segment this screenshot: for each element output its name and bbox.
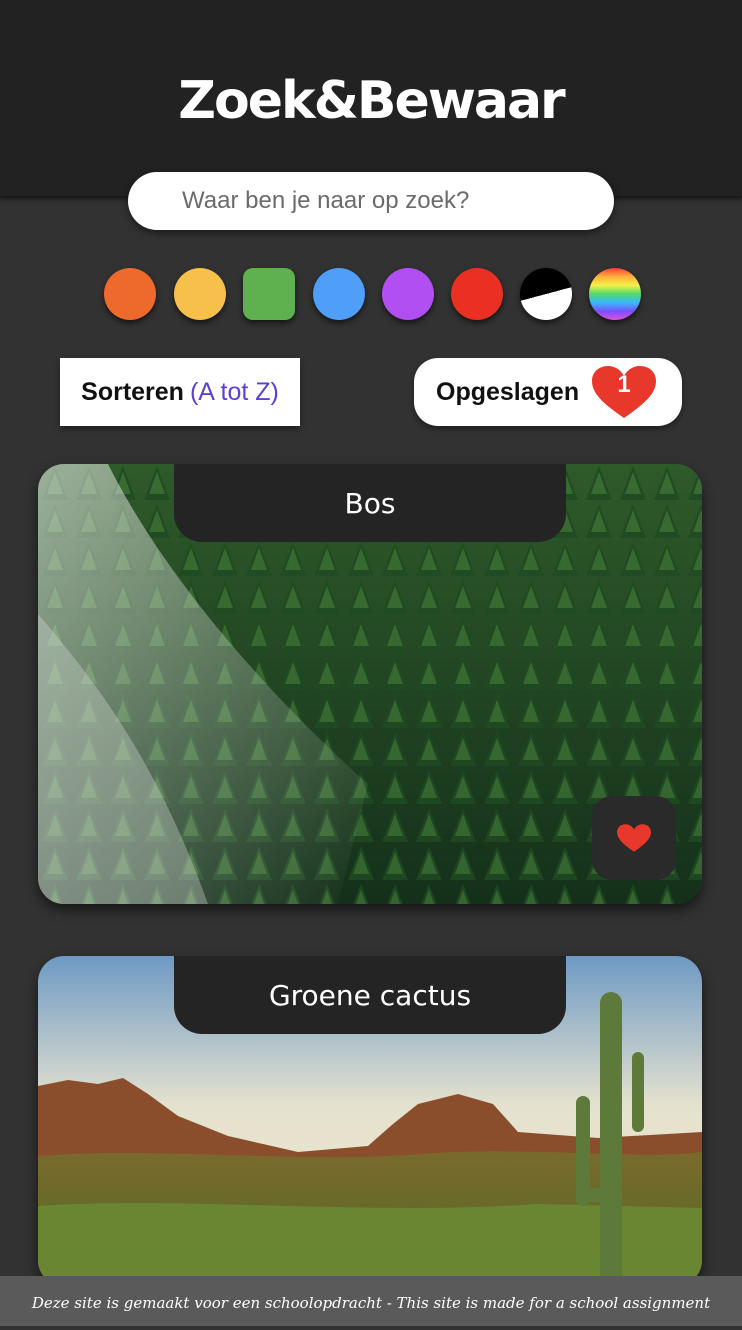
favorite-button[interactable] xyxy=(592,796,676,880)
card-title: Bos xyxy=(174,464,566,542)
sort-order: (A tot Z) xyxy=(189,377,279,406)
color-filter-black-white[interactable] xyxy=(520,268,572,320)
image-card-groene-cactus[interactable]: Groene cactus xyxy=(38,956,702,1286)
site-logo: Zoek&Bewaar xyxy=(178,71,565,131)
color-filter-red[interactable] xyxy=(451,268,503,320)
color-filter-blue[interactable] xyxy=(313,268,365,320)
color-filter-green[interactable] xyxy=(243,268,295,320)
sort-label: Sorteren xyxy=(81,377,184,406)
color-filter-rainbow[interactable] xyxy=(589,268,641,320)
footer-note: Deze site is gemaakt voor een schoolopdr… xyxy=(0,1276,742,1326)
image-card-bos[interactable]: Bos xyxy=(38,464,702,904)
saved-label: Opgeslagen xyxy=(436,378,580,406)
color-filter-purple[interactable] xyxy=(382,268,434,320)
card-title: Groene cactus xyxy=(174,956,566,1034)
search-input[interactable] xyxy=(128,172,614,230)
saved-button[interactable]: Opgeslagen 1 xyxy=(414,358,682,426)
header: Zoek&Bewaar xyxy=(0,0,742,198)
color-filter-bar xyxy=(0,268,742,322)
heart-icon xyxy=(617,824,651,852)
color-filter-orange[interactable] xyxy=(104,268,156,320)
saved-count-badge: 1 xyxy=(617,371,631,398)
color-filter-yellow[interactable] xyxy=(174,268,226,320)
sort-button[interactable]: Sorteren (A tot Z) xyxy=(60,358,300,426)
